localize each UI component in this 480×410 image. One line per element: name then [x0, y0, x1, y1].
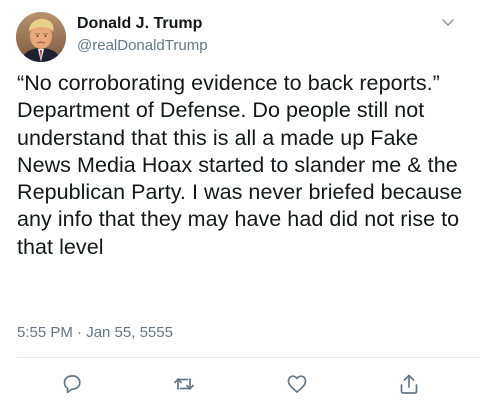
tweet-timestamp[interactable]: 5:55 PM · Jan 55, 5555 — [17, 324, 173, 341]
user-handle[interactable]: @realDonaldTrump — [77, 37, 208, 54]
reply-icon[interactable] — [60, 372, 84, 396]
display-name[interactable]: Donald J. Trump — [77, 15, 202, 33]
divider — [17, 357, 480, 358]
heart-icon[interactable] — [285, 372, 309, 396]
share-icon[interactable] — [397, 372, 421, 396]
retweet-icon[interactable] — [172, 372, 196, 396]
avatar[interactable] — [16, 12, 66, 62]
avatar-image — [16, 12, 66, 62]
tweet-text: “No corroborating evidence to back repor… — [17, 71, 463, 259]
tweet-card: Donald J. Trump @realDonaldTrump “No cor… — [0, 0, 480, 410]
chevron-down-icon[interactable] — [440, 14, 456, 30]
